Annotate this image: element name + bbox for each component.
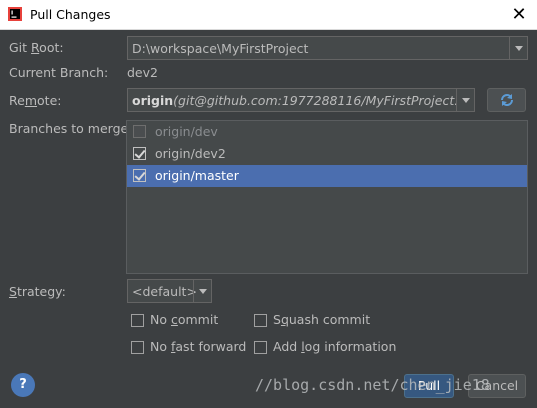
git-root-label: Git Root: (9, 40, 64, 55)
remote-value: origin(git@github.com:1977288116/MyFirst… (132, 93, 457, 108)
add-log-checkbox[interactable] (254, 341, 267, 354)
refresh-button[interactable] (487, 88, 526, 112)
branch-label: origin/master (155, 168, 239, 183)
close-icon[interactable]: ✕ (507, 3, 531, 27)
add-log-option[interactable]: Add log information (254, 339, 397, 357)
no-fast-forward-checkbox[interactable] (131, 341, 144, 354)
no-fast-forward-option[interactable]: No fast forward (131, 339, 246, 357)
branches-label: Branches to merge: (9, 121, 133, 136)
strategy-combo[interactable]: <default> (127, 279, 212, 303)
intellij-icon (8, 7, 22, 21)
help-button[interactable]: ? (11, 373, 35, 397)
current-branch-value: dev2 (127, 65, 158, 80)
refresh-icon (500, 94, 513, 106)
branch-checkbox[interactable] (133, 147, 146, 160)
list-item[interactable]: origin/dev2 (127, 143, 527, 165)
strategy-value: <default> (132, 284, 197, 299)
branch-checkbox[interactable] (133, 125, 146, 138)
squash-commit-label: Squash commit (273, 312, 371, 327)
add-log-label: Add log information (273, 339, 397, 354)
git-root-value: D:\workspace\MyFirstProject (132, 41, 309, 56)
git-root-combo[interactable]: D:\workspace\MyFirstProject (127, 36, 528, 60)
remote-url: (git@github.com:1977288116/MyFirstProjec… (173, 93, 457, 108)
branches-list: origin/dev origin/dev2 origin/master (126, 120, 528, 274)
no-commit-option[interactable]: No commit (131, 312, 241, 330)
chevron-down-icon[interactable] (456, 89, 474, 111)
branch-checkbox[interactable] (133, 169, 146, 182)
remote-name: origin (132, 93, 174, 108)
no-commit-label: No commit (150, 312, 219, 327)
remote-combo[interactable]: origin(git@github.com:1977288116/MyFirst… (127, 88, 475, 112)
branch-label: origin/dev (155, 124, 218, 139)
chevron-down-icon[interactable] (193, 280, 211, 302)
no-commit-checkbox[interactable] (131, 314, 144, 327)
remote-label: Remote: (9, 93, 62, 108)
branch-label: origin/dev2 (155, 146, 226, 161)
watermark: //blog.csdn.net/chen_jie18 (255, 376, 490, 394)
squash-commit-option[interactable]: Squash commit (254, 312, 384, 330)
list-item-selected[interactable]: origin/master (127, 165, 527, 187)
strategy-label: Strategy: (9, 284, 66, 299)
current-branch-label: Current Branch: (9, 65, 109, 80)
no-fast-forward-label: No fast forward (150, 339, 247, 354)
title-bar: Pull Changes ✕ (0, 0, 537, 30)
chevron-down-icon[interactable] (509, 37, 527, 59)
list-item[interactable]: origin/dev (127, 121, 527, 143)
squash-commit-checkbox[interactable] (254, 314, 267, 327)
window-title: Pull Changes (30, 7, 111, 22)
